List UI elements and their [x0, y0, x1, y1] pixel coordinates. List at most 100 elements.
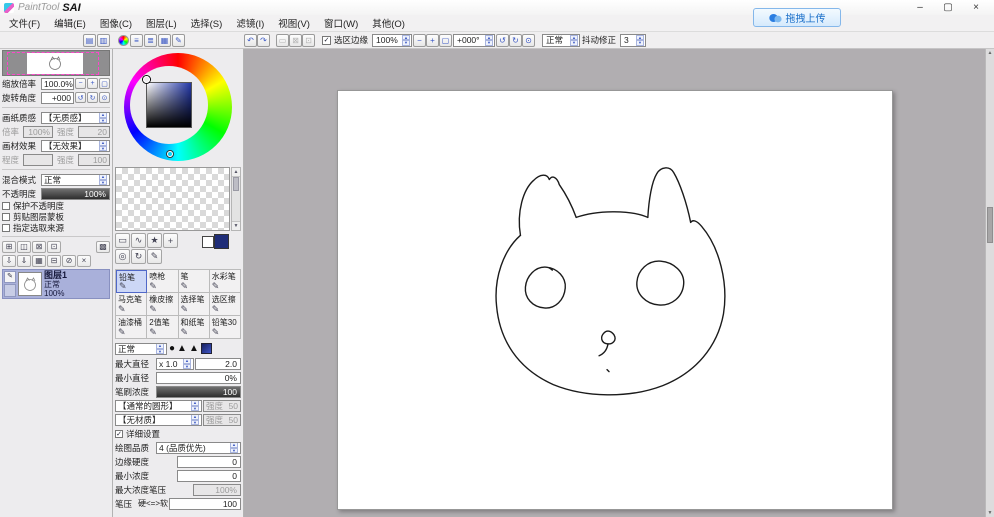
material-effect-dropdown[interactable]: 【无效果】 ▲ ▼: [41, 139, 110, 152]
scroll-up-icon[interactable]: ▲: [232, 168, 240, 177]
swatches-icon[interactable]: ▦: [158, 33, 171, 47]
nav-zoom-reset-button[interactable]: ▢: [99, 78, 110, 89]
brush-binary-pen[interactable]: 2值笔 ✎: [147, 316, 179, 339]
brush-washi-pen[interactable]: 和纸笔 ✎: [178, 316, 210, 339]
drawing-canvas[interactable]: [337, 90, 893, 510]
layer-opacity-slider[interactable]: 100%: [41, 187, 110, 200]
menu-file[interactable]: 文件(F): [2, 16, 47, 30]
brush-eraser[interactable]: 橡皮擦 ✎: [147, 293, 179, 316]
spin-down-icon[interactable]: ▼: [570, 40, 579, 46]
spin-down-icon[interactable]: ▼: [99, 179, 107, 185]
navigator-preview[interactable]: [2, 50, 110, 76]
merge-down-button[interactable]: ⇓: [17, 254, 31, 267]
zoom-value-box[interactable]: 100% ▲ ▼: [372, 33, 413, 47]
brush-select-eraser[interactable]: 选区擦 ✎: [209, 293, 241, 316]
layer-paint-mode-icon[interactable]: ✎: [4, 271, 16, 283]
layer-list-item-selected[interactable]: ✎ 图层1 正常 100%: [2, 269, 110, 299]
undo-button[interactable]: ↶: [244, 33, 257, 47]
current-color-swatch[interactable]: [214, 234, 229, 249]
spin-down-icon[interactable]: ▼: [636, 40, 645, 46]
nav-rotate-reset-button[interactable]: ⊙: [99, 92, 110, 103]
nav-rotate-ccw-button[interactable]: ↺: [75, 92, 86, 103]
quality-spinner[interactable]: ▲ ▼: [230, 442, 238, 453]
menu-filter[interactable]: 滤镜(I): [229, 16, 271, 30]
rotate-ccw-button[interactable]: ↺: [496, 33, 510, 47]
spin-down-icon[interactable]: ▼: [183, 363, 191, 369]
spin-down-icon[interactable]: ▼: [99, 145, 107, 151]
eyedropper-tool-icon[interactable]: ✎: [147, 249, 162, 264]
layer-thumbnail[interactable]: [18, 272, 42, 296]
nav-zoom-in-button[interactable]: +: [87, 78, 98, 89]
protect-opacity-checkbox[interactable]: [2, 201, 10, 210]
copy-layer-button[interactable]: ⊠: [32, 240, 46, 253]
zoom-tool-icon[interactable]: ◎: [115, 249, 130, 264]
drag-upload-button[interactable]: 拖拽上传: [753, 8, 841, 27]
max-diameter-unit-dropdown[interactable]: x 1.0 ▲ ▼: [156, 357, 194, 370]
panel-toggle-b-button[interactable]: ▥: [97, 33, 110, 47]
nav-rotate-cw-button[interactable]: ↻: [87, 92, 98, 103]
max-diameter-slider[interactable]: 2.0: [195, 357, 241, 370]
brush-pen[interactable]: 笔 ✎: [178, 270, 210, 293]
spin-down-icon[interactable]: ▼: [191, 419, 199, 425]
blend-mode-dropdown[interactable]: 正常 ▲ ▼: [41, 173, 110, 186]
selection-source-checkbox[interactable]: [2, 223, 10, 232]
brush-shape-mode-dropdown[interactable]: 正常 ▲ ▼: [115, 342, 167, 355]
redo-button[interactable]: ↷: [257, 33, 270, 47]
selection-extra-button[interactable]: ⊡: [302, 33, 315, 47]
blend-mode-spinner[interactable]: ▲ ▼: [99, 174, 107, 185]
brush-bucket[interactable]: 油漆桶 ✎: [116, 316, 148, 339]
min-density-slider[interactable]: 0: [177, 469, 241, 482]
stabilizer-box[interactable]: 3 ▲ ▼: [620, 33, 647, 47]
paper-texture-dropdown[interactable]: 【无质感】 ▲ ▼: [41, 111, 110, 124]
nav-zoom-out-button[interactable]: −: [75, 78, 86, 89]
brush-marker[interactable]: 马克笔 ✎: [116, 293, 148, 316]
brush-watercolor[interactable]: 水彩笔 ✎: [209, 270, 241, 293]
edge-hardness-slider[interactable]: 0: [177, 455, 241, 468]
brush-shape-flat-icon[interactable]: ▲: [177, 343, 187, 355]
rgb-slider-icon[interactable]: ≡: [130, 33, 143, 47]
menu-view[interactable]: 视图(V): [271, 16, 317, 30]
max-density-pressure-slider[interactable]: 100%: [193, 483, 241, 496]
spin-down-icon[interactable]: ▼: [156, 348, 164, 354]
delete-layer-button[interactable]: ×: [77, 254, 91, 267]
material-effect-spinner[interactable]: ▲ ▼: [99, 140, 107, 151]
scroll-up-icon[interactable]: ▲: [986, 50, 994, 56]
shape-preset-spinner[interactable]: ▲ ▼: [191, 400, 199, 411]
navigator-view-rect[interactable]: [7, 52, 99, 75]
selection-edge-checkbox[interactable]: ✓: [322, 35, 331, 45]
detail-settings-checkbox[interactable]: ✓: [115, 429, 123, 438]
stabilizer-spinner[interactable]: ▲ ▼: [636, 34, 645, 46]
spin-down-icon[interactable]: ▼: [402, 40, 411, 46]
scroll-down-icon[interactable]: ▼: [232, 221, 240, 230]
layer-mask-button[interactable]: ▩: [96, 240, 110, 253]
brush-pencil[interactable]: 铅笔 ✎: [116, 270, 148, 293]
scrollbar-thumb[interactable]: [987, 207, 993, 243]
rect-select-tool-icon[interactable]: ▭: [115, 233, 130, 248]
brush-shape-preset-dropdown[interactable]: 【通常的圆形】 ▲ ▼: [115, 399, 202, 412]
rotate-tool-icon[interactable]: ↻: [131, 249, 146, 264]
rotate-reset-button[interactable]: ⊙: [522, 33, 536, 47]
pen-pressure-slider[interactable]: 100: [169, 497, 241, 510]
transfer-down-button[interactable]: ⇩: [2, 254, 16, 267]
scroll-down-icon[interactable]: ▼: [986, 510, 994, 516]
fill-layer-button[interactable]: ▦: [32, 254, 46, 267]
menu-layer[interactable]: 图层(L): [139, 16, 184, 30]
new-layer-set-button[interactable]: ◫: [17, 240, 31, 253]
erase-layer-button[interactable]: ⊘: [62, 254, 76, 267]
drawing-quality-dropdown[interactable]: 4 (品质优先) ▲ ▼: [156, 441, 241, 454]
scratchpad-scrollbar[interactable]: ▲ ▼: [231, 167, 241, 231]
brush-airbrush[interactable]: 喷枪 ✎: [147, 270, 179, 293]
move-tool-icon[interactable]: +: [163, 233, 178, 248]
menu-others[interactable]: 其他(O): [365, 16, 412, 30]
view-zoom-reset-button[interactable]: ▢: [439, 33, 453, 47]
view-zoom-out-button[interactable]: −: [413, 33, 427, 47]
spin-down-icon[interactable]: ▼: [191, 405, 199, 411]
layer-extra-toggle[interactable]: [4, 284, 16, 297]
spin-down-icon[interactable]: ▼: [485, 40, 494, 46]
spin-down-icon[interactable]: ▼: [99, 117, 107, 123]
sv-cursor-icon[interactable]: [143, 76, 150, 83]
rotate-cw-button[interactable]: ↻: [509, 33, 523, 47]
canvas-vertical-scrollbar[interactable]: ▲ ▼: [985, 49, 994, 517]
saturation-value-square[interactable]: [146, 82, 192, 128]
zoom-spinner[interactable]: ▲ ▼: [402, 34, 411, 46]
